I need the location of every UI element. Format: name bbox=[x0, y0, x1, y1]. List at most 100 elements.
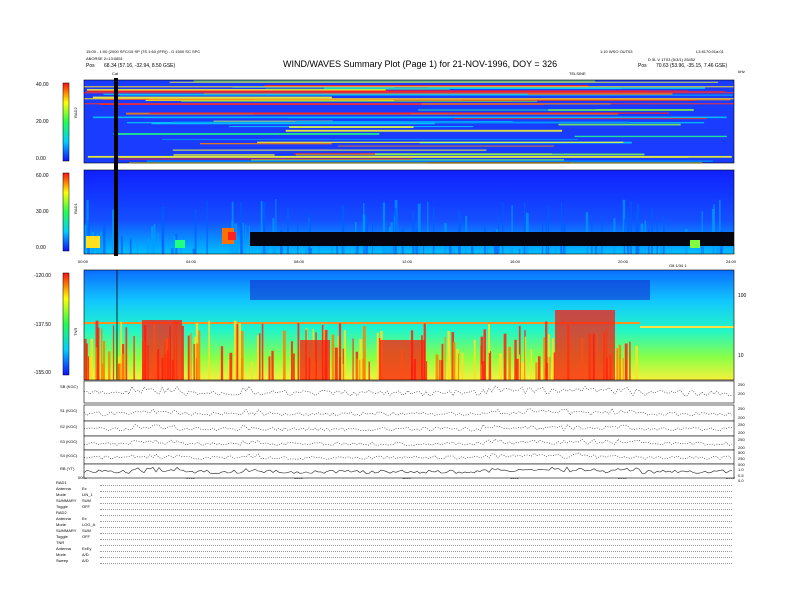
rad2-emission-streak bbox=[257, 141, 624, 143]
calibration-bar bbox=[114, 78, 118, 256]
rad2-emission-streak bbox=[293, 153, 375, 155]
rad1-burst bbox=[509, 248, 511, 254]
rad1-burst bbox=[432, 206, 435, 254]
tnr-burst bbox=[551, 338, 554, 380]
rad1-burst bbox=[84, 224, 87, 254]
tnr-intense-region bbox=[300, 340, 330, 380]
tnr-burst bbox=[425, 361, 428, 380]
tnr-burst bbox=[499, 353, 503, 380]
tnr-intense-region bbox=[142, 320, 182, 380]
rad1-burst bbox=[240, 221, 243, 254]
rad1-hot-spot bbox=[690, 240, 700, 248]
line-panel-frame bbox=[83, 420, 735, 437]
tnr-burst bbox=[439, 359, 441, 380]
rad2-emission-streak bbox=[103, 93, 528, 95]
rad2-emission-streak bbox=[172, 149, 487, 151]
rad1-burst bbox=[157, 232, 159, 254]
tnr-burst bbox=[622, 357, 624, 380]
plot-graphics bbox=[62, 78, 735, 479]
tnr-burst bbox=[376, 332, 379, 380]
rad2-emission-streak bbox=[146, 160, 713, 162]
tnr-burst bbox=[537, 356, 541, 380]
colorbar bbox=[62, 82, 70, 162]
rad1-dark-band bbox=[250, 232, 734, 246]
tnr-burst bbox=[190, 333, 192, 380]
tnr-burst bbox=[521, 362, 525, 380]
line-panel-frame bbox=[83, 404, 735, 422]
rad1-burst bbox=[502, 202, 504, 254]
rad1-burst bbox=[651, 207, 653, 254]
tnr-burst bbox=[256, 335, 259, 380]
tnr-burst bbox=[198, 330, 201, 380]
rad1-burst bbox=[713, 204, 715, 254]
tnr-intense-region bbox=[380, 340, 425, 380]
tnr-burst bbox=[250, 362, 253, 380]
tnr-burst bbox=[548, 334, 550, 380]
rad1-burst bbox=[170, 248, 174, 254]
tnr-burst bbox=[481, 361, 485, 380]
rad1-burst bbox=[310, 248, 312, 254]
rad1-burst bbox=[363, 245, 365, 254]
tnr-burst bbox=[530, 349, 532, 380]
tnr-burst bbox=[452, 342, 456, 380]
rad1-burst bbox=[260, 200, 263, 254]
tnr-burst bbox=[435, 354, 439, 380]
rad1-burst bbox=[417, 203, 421, 254]
tnr-burst bbox=[340, 364, 344, 380]
line-panel-frame bbox=[83, 435, 735, 451]
rad2-emission-streak bbox=[113, 133, 380, 135]
rad2-emission-streak bbox=[193, 80, 596, 82]
tnr-burst bbox=[241, 330, 244, 380]
tnr-burst bbox=[616, 348, 619, 380]
tnr-burst bbox=[238, 322, 242, 380]
rad1-burst bbox=[518, 248, 521, 254]
rad2-emission-streak bbox=[173, 154, 275, 156]
tnr-burst bbox=[84, 338, 87, 380]
rad1-burst bbox=[394, 208, 397, 254]
tnr-burst bbox=[259, 333, 261, 380]
tnr-burst bbox=[121, 354, 125, 380]
tnr-burst bbox=[125, 327, 128, 380]
tnr-burst bbox=[461, 352, 464, 380]
tnr-burst bbox=[282, 330, 286, 380]
tnr-burst bbox=[343, 330, 346, 380]
rad1-burst bbox=[100, 231, 103, 254]
rad1-burst bbox=[137, 241, 139, 254]
rad1-burst bbox=[151, 226, 154, 254]
rad1-burst bbox=[130, 237, 132, 254]
tnr-burst bbox=[629, 341, 631, 380]
rad2-band bbox=[84, 103, 734, 105]
rad1-burst bbox=[153, 224, 156, 254]
tnr-burst bbox=[508, 346, 511, 380]
tnr-yellow-line bbox=[640, 326, 734, 328]
tnr-burst bbox=[293, 353, 295, 380]
tnr-burst bbox=[220, 346, 224, 380]
rad1-hot-spot bbox=[86, 236, 100, 248]
rad2-emission-streak bbox=[93, 116, 727, 119]
rad1-burst bbox=[265, 246, 269, 254]
tnr-burst bbox=[518, 354, 521, 380]
rad2-emission-streak bbox=[265, 88, 450, 90]
tnr-burst bbox=[271, 350, 274, 380]
tnr-burst bbox=[368, 361, 370, 380]
rad1-burst bbox=[560, 202, 563, 254]
colorbar bbox=[62, 272, 70, 376]
rad2-band bbox=[84, 98, 734, 100]
rad1-burst bbox=[660, 246, 663, 254]
rad2-emission-streak bbox=[574, 135, 727, 138]
rad2-emission-streak bbox=[114, 158, 412, 160]
rad2-band bbox=[84, 86, 734, 88]
rad1-burst bbox=[248, 225, 250, 254]
tnr-burst bbox=[233, 356, 236, 380]
rad2-emission-streak bbox=[253, 112, 411, 115]
tnr-burst bbox=[480, 345, 482, 380]
tnr-burst bbox=[133, 335, 135, 380]
rad1-burst bbox=[231, 201, 234, 254]
tnr-burst bbox=[535, 362, 538, 380]
rad1-burst bbox=[103, 220, 106, 254]
tnr-dark-band bbox=[250, 280, 650, 300]
tnr-burst bbox=[624, 343, 628, 380]
tnr-burst bbox=[457, 353, 460, 380]
rad2-emission-streak bbox=[428, 87, 706, 89]
rad2-emission-streak bbox=[200, 142, 332, 145]
